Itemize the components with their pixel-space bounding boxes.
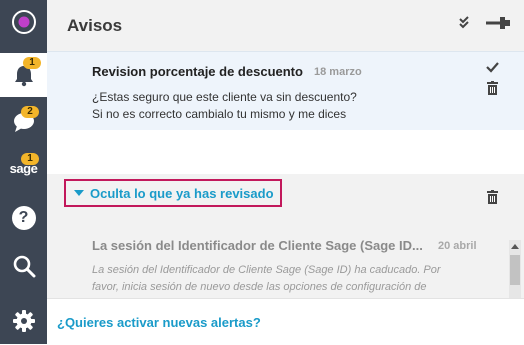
notification-date: 18 marzo (314, 66, 362, 78)
mark-read-button[interactable] (484, 60, 500, 74)
notification-item[interactable]: Revision porcentaje de descuento 18 marz… (47, 51, 524, 131)
check-icon (485, 61, 499, 73)
caret-down-icon (74, 190, 84, 196)
pin-icon (486, 17, 510, 29)
notifications-badge: 1 (23, 57, 41, 69)
sidebar-item-sage[interactable]: sage 1 (0, 146, 47, 190)
read-list-scrollbar[interactable] (509, 240, 521, 298)
sidebar-rail: 1 2 sage 1 ? (0, 0, 47, 344)
sidebar-item-search[interactable] (0, 244, 47, 288)
double-check-icon (459, 16, 469, 29)
delete-notification-button[interactable] (484, 80, 500, 96)
trash-icon (486, 81, 498, 95)
notification-title: Revision porcentaje de descuento (92, 64, 303, 79)
scroll-up-arrow-icon (511, 243, 519, 249)
mark-all-read-button[interactable] (457, 14, 475, 32)
read-notifications-list: La sesión del Identificador de Cliente S… (47, 224, 524, 298)
gear-icon (12, 310, 35, 332)
scroll-up-button[interactable] (509, 240, 521, 252)
notification-body-line1: ¿Estas seguro que este cliente va sin de… (92, 90, 357, 104)
notifications-panel: Avisos Revision porcentaje de descuento … (47, 0, 524, 345)
pin-button[interactable] (482, 12, 514, 34)
notifications-list-spacer (47, 130, 524, 174)
search-icon (13, 255, 35, 278)
help-icon-glyph: ? (18, 209, 29, 226)
sidebar-item-messages[interactable]: 2 (0, 100, 47, 144)
help-icon: ? (11, 206, 36, 230)
read-notification-title: La sesión del Identificador de Cliente S… (92, 238, 423, 253)
trash-icon (486, 190, 498, 204)
delete-read-button[interactable] (484, 188, 500, 206)
read-notification-body-line1: La sesión del Identificador de Cliente S… (92, 264, 441, 276)
panel-footer: ¿Quieres activar nuevas alertas? (47, 298, 524, 345)
sidebar-item-settings[interactable] (0, 299, 47, 343)
hide-read-toggle-label: Oculta lo que ya has revisado (90, 185, 274, 201)
hide-read-toggle[interactable]: Oculta lo que ya has revisado (64, 179, 282, 207)
sage-badge: 1 (21, 153, 39, 165)
read-notification-item[interactable]: La sesión del Identificador de Cliente S… (47, 224, 507, 298)
read-notification-date: 20 abril (438, 240, 477, 252)
panel-header: Avisos (47, 0, 524, 51)
app-logo-button[interactable] (0, 0, 47, 44)
messages-badge: 2 (21, 106, 39, 118)
read-items-bar: Oculta lo que ya has revisado (47, 174, 524, 224)
sidebar-item-help[interactable]: ? (0, 196, 47, 240)
page-title: Avisos (67, 16, 123, 35)
read-notification-body-line2: favor, inicia sesión de nuevo desde las … (92, 281, 427, 293)
notification-body-line2: Si no es correcto cambialo tu mismo y me… (92, 107, 347, 121)
sidebar-item-notifications[interactable]: 1 (0, 53, 47, 97)
activate-alerts-link[interactable]: ¿Quieres activar nuevas alertas? (57, 315, 261, 330)
scrollbar-thumb[interactable] (510, 255, 520, 285)
app-logo-icon (11, 10, 36, 34)
